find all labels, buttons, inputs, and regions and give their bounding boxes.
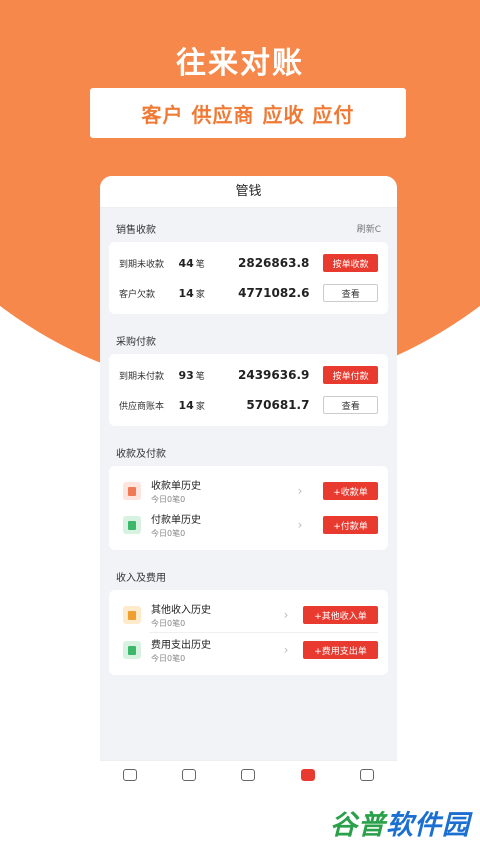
row-label: 客户欠款: [119, 289, 156, 300]
section-title: 销售收款: [116, 224, 156, 236]
hero-title: 往来对账: [176, 46, 304, 81]
view-suppliers-button[interactable]: 查看: [323, 396, 378, 414]
purchase-row-ledger: 供应商账本 14 家 570681.7 查看: [119, 390, 378, 420]
receipts-card: 收款单历史 今日0笔0 › +收款单 付款单历史 今日0笔0 › +付款单: [109, 466, 388, 550]
pay-by-order-button[interactable]: 按单付款: [323, 366, 378, 384]
row-count: 44 笔: [178, 256, 205, 270]
row-count: 93 笔: [178, 368, 205, 382]
item-name: 收款单历史: [151, 481, 201, 492]
row-amount: 4771082.6: [238, 286, 310, 300]
section-receipts: 收款及付款: [100, 438, 397, 466]
add-other-income-button[interactable]: +其他收入单: [303, 606, 378, 624]
sales-row-debt: 客户欠款 14 家 4771082.6 查看: [119, 278, 378, 308]
purchase-card: 到期未付款 93 笔 2439636.9 按单付款 供应商账本 14 家 57068…: [109, 354, 388, 426]
list-icon: [241, 769, 256, 781]
chevron-right-icon: ›: [297, 484, 303, 498]
item-sub: 今日0笔0: [151, 495, 186, 504]
income-doc-icon: [123, 606, 141, 624]
watermark-logo: 谷普软件园: [330, 800, 470, 844]
watermark-text: 谷: [330, 809, 358, 841]
section-title: 收入及费用: [116, 572, 166, 584]
view-customers-button[interactable]: 查看: [323, 284, 378, 302]
chevron-right-icon: ›: [283, 608, 289, 622]
purchase-row-due: 到期未付款 93 笔 2439636.9 按单付款: [119, 360, 378, 390]
item-sub: 今日0笔0: [151, 529, 186, 538]
row-label: 到期未付款: [119, 371, 165, 382]
row-amount: 2826863.8: [238, 256, 310, 270]
home-icon: [122, 769, 137, 781]
list-item[interactable]: 费用支出历史 今日0笔0 › +费用支出单: [119, 633, 378, 667]
row-label: 供应商账本: [119, 401, 165, 412]
trend-icon: [182, 769, 197, 781]
tab-home[interactable]: [120, 769, 140, 789]
collect-by-order-button[interactable]: 按单收款: [323, 254, 378, 272]
sales-row-due: 到期未收款 44 笔 2826863.8 按单收款: [119, 248, 378, 278]
tab-report[interactable]: [357, 769, 377, 789]
row-label: 到期未收款: [119, 259, 165, 270]
phone-screen: 管钱 销售收款 刷新C 到期未收款 44 笔 2826863.8 按单收款 客户欠…: [100, 176, 397, 796]
row-amount: 2439636.9: [238, 368, 310, 382]
list-item[interactable]: 收款单历史 今日0笔0 › +收款单: [119, 474, 378, 508]
watermark-text: 普: [358, 809, 386, 841]
list-item[interactable]: 付款单历史 今日0笔0 › +付款单: [119, 508, 378, 542]
item-name: 其他收入历史: [151, 605, 211, 616]
add-payment-button[interactable]: +付款单: [323, 516, 378, 534]
section-purchase: 采购付款: [100, 326, 397, 354]
section-title: 采购付款: [116, 336, 156, 348]
section-title: 收款及付款: [116, 448, 166, 460]
tab-list[interactable]: [238, 769, 258, 789]
row-amount: 570681.7: [246, 398, 310, 412]
watermark-text: 软件园: [386, 809, 470, 841]
tab-trend[interactable]: [179, 769, 199, 789]
refresh-button[interactable]: 刷新C: [357, 222, 381, 235]
add-expense-button[interactable]: +费用支出单: [303, 641, 378, 659]
chevron-right-icon: ›: [283, 643, 289, 657]
item-name: 付款单历史: [151, 515, 201, 526]
item-sub: 今日0笔0: [151, 619, 186, 628]
list-item[interactable]: 其他收入历史 今日0笔0 › +其他收入单: [119, 598, 378, 632]
item-name: 费用支出历史: [151, 640, 211, 651]
report-icon: [360, 769, 375, 781]
section-income: 收入及费用: [100, 562, 397, 590]
chevron-right-icon: ›: [297, 518, 303, 532]
chart-bar-icon: [123, 641, 141, 659]
item-sub: 今日0笔0: [151, 654, 186, 663]
payment-doc-icon: [123, 516, 141, 534]
row-count: 14 家: [178, 398, 205, 412]
section-sales: 销售收款 刷新C: [100, 214, 397, 242]
row-count: 14 家: [178, 286, 205, 300]
hero-subtitle-box: 客户 供应商 应收 应付: [90, 88, 406, 138]
add-receipt-button[interactable]: +收款单: [323, 482, 378, 500]
tab-money[interactable]: [298, 769, 318, 789]
bottom-tab-bar: [100, 760, 397, 796]
page-title: 管钱: [100, 176, 397, 208]
income-card: 其他收入历史 今日0笔0 › +其他收入单 费用支出历史 今日0笔0 › +费用…: [109, 590, 388, 675]
receipt-doc-icon: [123, 482, 141, 500]
wallet-icon: [300, 769, 315, 781]
sales-card: 到期未收款 44 笔 2826863.8 按单收款 客户欠款 14 家 477108…: [109, 242, 388, 314]
